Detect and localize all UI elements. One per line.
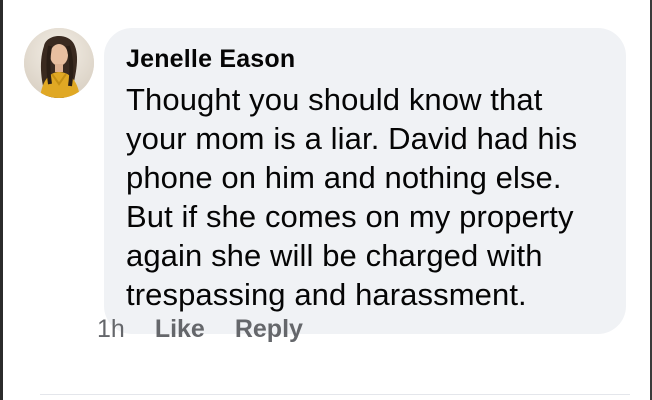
profile-photo-icon [24,28,94,98]
comment-text: Thought you should know that your mom is… [126,82,578,312]
divider [40,394,630,395]
comment-actions: 1h Like Reply [97,314,333,344]
like-button[interactable]: Like [155,314,205,344]
comment-timestamp[interactable]: 1h [97,314,125,344]
reply-button[interactable]: Reply [235,314,303,344]
comment-bubble: Jenelle Eason Thought you should know th… [104,28,626,334]
window-edge-left [0,0,3,400]
avatar[interactable] [24,28,94,98]
comment-author[interactable]: Jenelle Eason [126,42,606,76]
